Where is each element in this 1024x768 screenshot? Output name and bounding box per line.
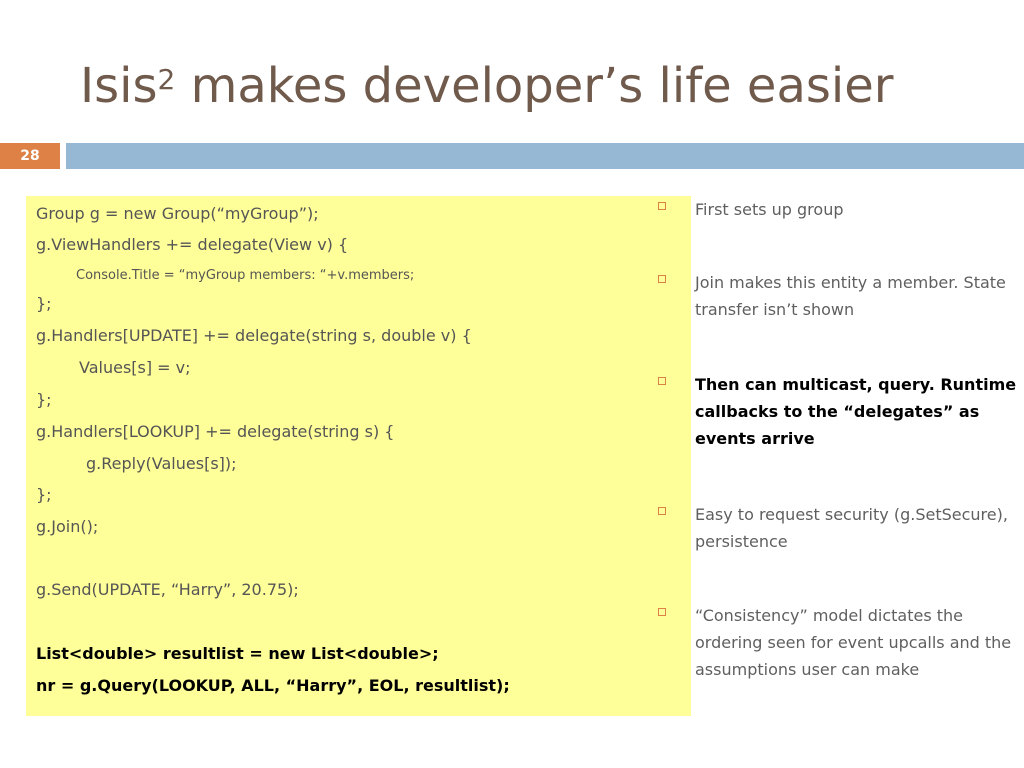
code-line: }; [36, 294, 52, 313]
square-bullet-icon [658, 377, 666, 385]
code-line: }; [36, 390, 52, 409]
code-line: Group g = new Group(“myGroup”); [36, 204, 319, 223]
code-line: g.Reply(Values[s]); [86, 454, 237, 473]
code-line: g.Send(UPDATE, “Harry”, 20.75); [36, 580, 299, 599]
square-bullet-icon [658, 608, 666, 616]
header-bar [66, 143, 1024, 169]
code-line: Values[s] = v; [79, 358, 191, 377]
slide-title-superscript: 2 [157, 63, 176, 96]
code-line: g.Handlers[LOOKUP] += delegate(string s)… [36, 422, 395, 441]
code-line: }; [36, 485, 52, 504]
square-bullet-icon [658, 202, 666, 210]
slide-title-rest: makes developer’s life easier [175, 58, 894, 114]
code-line: nr = g.Query(LOOKUP, ALL, “Harry”, EOL, … [36, 676, 510, 695]
code-line: List<double> resultlist = new List<doubl… [36, 644, 439, 663]
square-bullet-icon [658, 275, 666, 283]
slide-title-main: Isis [80, 58, 158, 114]
slide-number: 28 [0, 143, 60, 169]
bullet-text: “Consistency” model dictates the orderin… [695, 606, 1012, 679]
code-line: g.ViewHandlers += delegate(View v) { [36, 235, 349, 254]
bullet-text: Then can multicast, query. Runtime callb… [695, 375, 1017, 448]
code-line: g.Join(); [36, 517, 99, 536]
bullet-text: Easy to request security (g.SetSecure), … [695, 505, 1008, 551]
bullet-text: First sets up group [695, 200, 844, 219]
code-line: g.Handlers[UPDATE] += delegate(string s,… [36, 326, 472, 345]
code-line: Console.Title = “myGroup members: “+v.me… [76, 268, 415, 283]
code-panel: Group g = new Group(“myGroup”); g.ViewHa… [26, 196, 691, 716]
square-bullet-icon [658, 507, 666, 515]
slide-title: Isis2 makes developer’s life easier [80, 50, 893, 122]
bullet-text: Join makes this entity a member. State t… [695, 273, 1006, 319]
